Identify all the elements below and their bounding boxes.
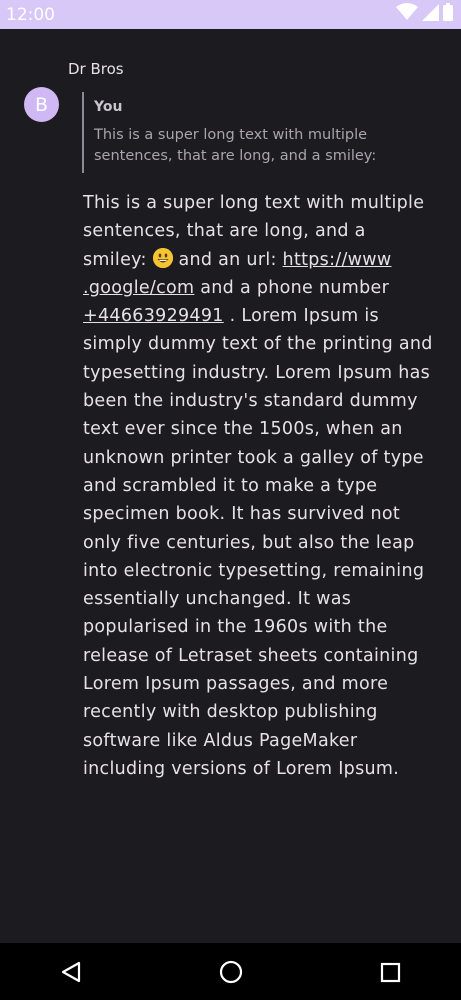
url-link-part[interactable]: https://www [283,250,392,270]
cellular-icon [422,3,439,25]
avatar[interactable]: B [24,87,59,122]
chat-screen: 12:00 Dr Bros B You This is a super long… [0,0,461,1000]
quoted-reply[interactable]: You This is a super long text with multi… [82,92,412,173]
wifi-icon [396,3,418,25]
battery-icon [443,3,453,25]
phone-link[interactable]: +44663929491 [83,306,224,326]
back-icon [56,961,86,991]
home-icon [216,960,246,991]
avatar-initial: B [34,93,49,116]
reply-author: You [94,99,123,115]
status-icons [396,3,453,25]
grinning-face-emoji-icon [152,247,173,268]
url-link-part[interactable]: .google/com [83,278,194,298]
sender-name: Dr Bros [68,60,124,78]
message-text-part: and a phone number [194,277,390,298]
status-bar: 12:00 [0,0,461,29]
home-button[interactable] [216,957,246,987]
back-button[interactable] [56,957,86,987]
navigation-bar [0,943,461,1000]
message-text-part: and an url: [172,249,283,270]
recents-icon [375,962,405,991]
message-text-part: . Lorem Ipsum is simply dummy text of th… [83,306,433,779]
message-text: This is a super long text with multiple … [83,189,433,783]
reply-text: This is a super long text with multiple … [94,127,377,164]
recents-button[interactable] [375,957,405,987]
status-time: 12:00 [6,5,55,25]
